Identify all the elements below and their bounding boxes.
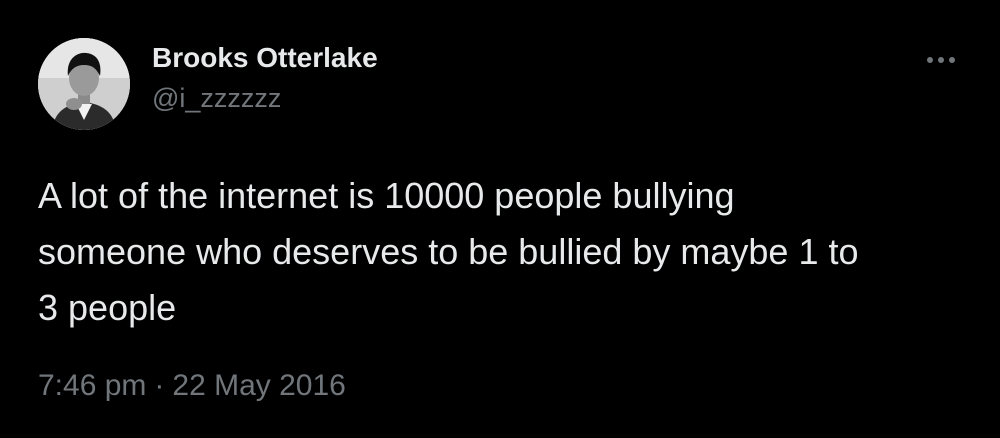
author-handle[interactable]: @i_zzzzzz (152, 80, 378, 116)
more-dot (927, 57, 933, 63)
profile-photo-icon (38, 38, 130, 130)
tweet-text: A lot of the internet is 10000 people bu… (38, 168, 968, 336)
author-info: Brooks Otterlake @i_zzzzzz (152, 40, 378, 116)
author-display-name[interactable]: Brooks Otterlake (152, 40, 378, 76)
meta-separator: · (154, 369, 165, 402)
tweet-text-line: A lot of the internet is 10000 people bu… (38, 175, 735, 216)
tweet-time[interactable]: 7:46 pm (38, 369, 146, 402)
more-dot (938, 57, 944, 63)
tweet-date[interactable]: 22 May 2016 (172, 369, 345, 402)
tweet-card: Brooks Otterlake @i_zzzzzz A lot of the … (0, 0, 1000, 438)
more-options-icon[interactable] (918, 48, 964, 72)
more-dot (949, 57, 955, 63)
tweet-text-line: someone who deserves to be bullied by ma… (38, 231, 859, 272)
avatar[interactable] (38, 38, 130, 130)
tweet-text-line: 3 people (38, 287, 177, 328)
tweet-timestamp: 7:46 pm · 22 May 2016 (38, 366, 346, 406)
